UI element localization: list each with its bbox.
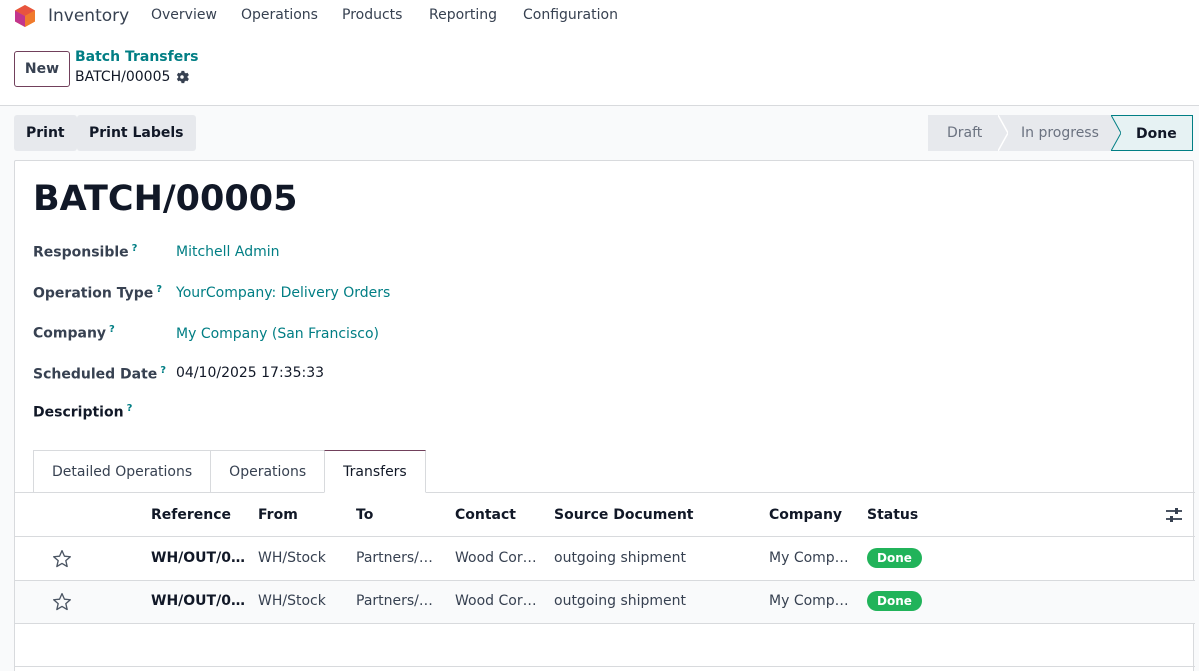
cell-contact: Wood Cor… bbox=[455, 593, 537, 609]
cell-source-document: outgoing shipment bbox=[554, 550, 687, 566]
cell-from: WH/Stock bbox=[258, 550, 326, 566]
new-button[interactable]: New bbox=[14, 51, 70, 87]
column-to[interactable]: To bbox=[356, 507, 373, 523]
status-badge: Done bbox=[867, 548, 922, 568]
breadcrumb-batch-transfers[interactable]: Batch Transfers bbox=[75, 49, 198, 65]
tab-transfers[interactable]: Transfers bbox=[324, 450, 426, 493]
column-source-document[interactable]: Source Document bbox=[554, 507, 694, 523]
table-row[interactable]: WH/OUT/0… WH/Stock Partners/… Wood Cor… … bbox=[15, 581, 1195, 624]
status-bar: Draft In progress Done bbox=[928, 115, 1193, 151]
column-contact[interactable]: Contact bbox=[455, 507, 516, 523]
stage-in-progress[interactable]: In progress bbox=[998, 115, 1121, 151]
responsible-label: Responsible? bbox=[33, 243, 138, 261]
cell-contact: Wood Cor… bbox=[455, 550, 537, 566]
menu-reporting[interactable]: Reporting bbox=[429, 7, 497, 23]
column-reference[interactable]: Reference bbox=[151, 507, 231, 523]
cell-reference: WH/OUT/0… bbox=[151, 593, 245, 609]
cell-reference: WH/OUT/0… bbox=[151, 550, 245, 566]
top-navbar: Inventory Overview Operations Products R… bbox=[0, 0, 1199, 34]
tab-detailed-operations[interactable]: Detailed Operations bbox=[33, 450, 212, 493]
page-title: BATCH/00005 bbox=[33, 179, 298, 219]
company-value[interactable]: My Company (San Francisco) bbox=[176, 326, 379, 342]
stage-done[interactable]: Done bbox=[1111, 115, 1193, 151]
cell-to: Partners/… bbox=[356, 593, 433, 609]
help-tooltip-icon[interactable]: ? bbox=[160, 365, 166, 376]
cell-company: My Comp… bbox=[769, 593, 849, 609]
scheduled-date-value[interactable]: 04/10/2025 17:35:33 bbox=[176, 365, 324, 381]
table-header: Reference From To Contact Source Documen… bbox=[15, 493, 1195, 537]
star-icon[interactable] bbox=[52, 592, 72, 612]
column-status[interactable]: Status bbox=[867, 507, 918, 523]
cell-source-document: outgoing shipment bbox=[554, 593, 687, 609]
stage-draft[interactable]: Draft bbox=[928, 115, 1008, 151]
table-footer-divider bbox=[15, 666, 1195, 667]
menu-overview[interactable]: Overview bbox=[151, 7, 217, 23]
stage-arrow bbox=[998, 115, 1008, 151]
print-button[interactable]: Print bbox=[14, 115, 77, 151]
description-label: Description? bbox=[33, 403, 133, 421]
menu-products[interactable]: Products bbox=[342, 7, 402, 23]
responsible-value[interactable]: Mitchell Admin bbox=[176, 244, 280, 260]
cell-to: Partners/… bbox=[356, 550, 433, 566]
help-tooltip-icon[interactable]: ? bbox=[132, 243, 138, 254]
operation-type-label: Operation Type? bbox=[33, 284, 163, 302]
table-row[interactable]: WH/OUT/0… WH/Stock Partners/… Wood Cor… … bbox=[15, 538, 1195, 581]
column-from[interactable]: From bbox=[258, 507, 298, 523]
operation-type-value[interactable]: YourCompany: Delivery Orders bbox=[176, 285, 390, 301]
stage-arrow bbox=[1111, 115, 1121, 151]
notebook-tabs: Detailed Operations Operations Transfers bbox=[33, 450, 426, 493]
print-labels-button[interactable]: Print Labels bbox=[77, 115, 196, 151]
status-badge: Done bbox=[867, 591, 922, 611]
control-panel: New Batch Transfers BATCH/00005 bbox=[0, 34, 1199, 106]
gear-icon[interactable] bbox=[175, 70, 189, 84]
menu-configuration[interactable]: Configuration bbox=[523, 7, 618, 23]
help-tooltip-icon[interactable]: ? bbox=[156, 284, 162, 295]
help-tooltip-icon[interactable]: ? bbox=[127, 403, 133, 414]
scheduled-date-label: Scheduled Date? bbox=[33, 365, 167, 383]
optional-columns-icon[interactable] bbox=[1165, 506, 1183, 524]
company-label: Company? bbox=[33, 324, 115, 342]
help-tooltip-icon[interactable]: ? bbox=[109, 324, 115, 335]
column-company[interactable]: Company bbox=[769, 507, 842, 523]
form-sheet: BATCH/00005 Responsible? Mitchell Admin … bbox=[14, 160, 1195, 671]
star-icon[interactable] bbox=[52, 549, 72, 569]
cell-company: My Comp… bbox=[769, 550, 849, 566]
app-logo-icon[interactable] bbox=[13, 4, 37, 28]
breadcrumb-current: BATCH/00005 bbox=[75, 69, 171, 85]
menu-operations[interactable]: Operations bbox=[241, 7, 318, 23]
tab-operations[interactable]: Operations bbox=[210, 450, 326, 493]
cell-from: WH/Stock bbox=[258, 593, 326, 609]
app-name[interactable]: Inventory bbox=[48, 6, 129, 26]
